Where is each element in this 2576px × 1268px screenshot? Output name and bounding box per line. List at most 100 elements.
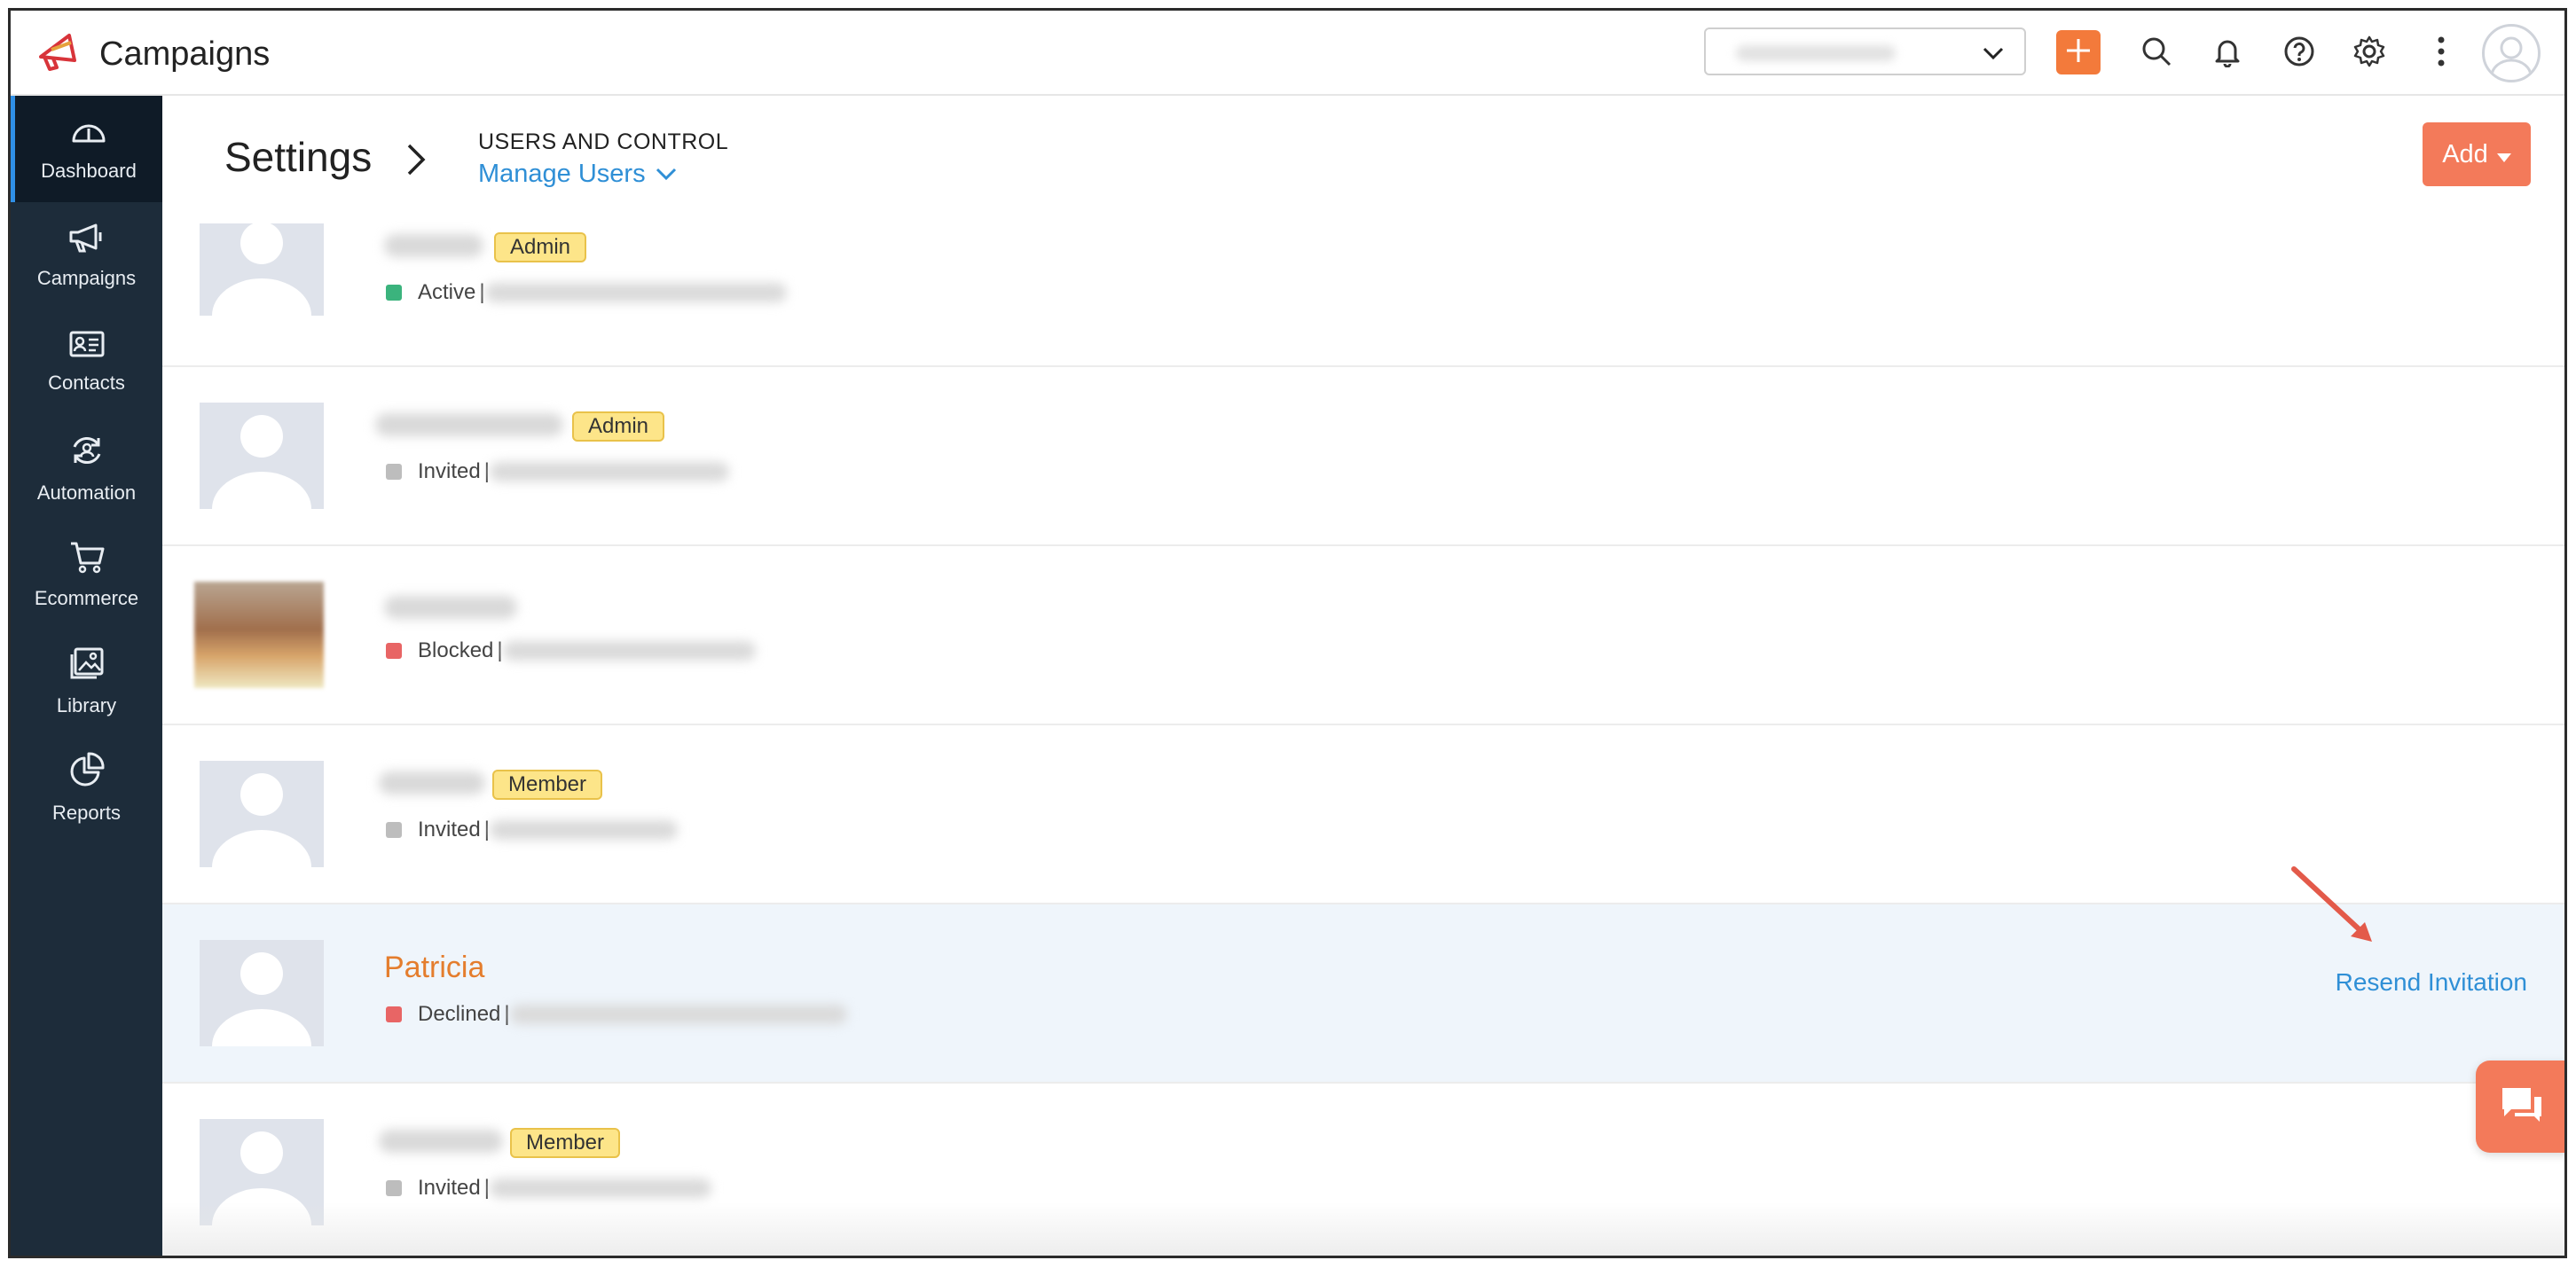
user-name[interactable]: Patricia [384, 951, 484, 985]
avatar [200, 940, 324, 1046]
chevron-down-icon [655, 160, 678, 189]
user-email-redacted [484, 283, 787, 302]
sidebar-item-label: Library [56, 693, 117, 716]
status-separator: | [479, 280, 485, 304]
sidebar-item-label: Ecommerce [34, 586, 139, 609]
user-avatar[interactable] [2482, 24, 2541, 82]
user-row[interactable]: Admin Active | [162, 188, 2564, 367]
chat-button[interactable] [2476, 1061, 2564, 1153]
more-vertical-icon [2436, 35, 2446, 72]
sidebar-item-contacts[interactable]: Contacts [11, 309, 162, 415]
user-status: Active | [386, 280, 787, 305]
pie-chart-icon [68, 751, 106, 793]
status-indicator [386, 1180, 402, 1196]
sidebar-item-library[interactable]: Library [11, 628, 162, 734]
gauge-icon [70, 116, 107, 151]
app-title: Campaigns [99, 35, 271, 73]
sidebar-item-dashboard[interactable]: Dashboard [11, 96, 162, 202]
user-name-redacted [379, 771, 485, 794]
user-name-redacted [379, 1130, 503, 1153]
search-button[interactable] [2137, 34, 2176, 73]
settings-button[interactable] [2350, 34, 2389, 73]
annotation-arrow-icon [2289, 864, 2388, 957]
brand[interactable]: Campaigns [35, 30, 270, 79]
top-bar: Campaigns [11, 11, 2564, 96]
quick-create-button[interactable] [2056, 30, 2101, 74]
account-name-redacted [1736, 45, 1896, 61]
sidebar-item-ecommerce[interactable]: Ecommerce [11, 521, 162, 628]
status-indicator [386, 1006, 402, 1022]
page-title: Settings [224, 134, 373, 180]
bell-icon [2211, 35, 2243, 72]
user-list: Admin Active | Admin Invited | Blocked |… [162, 188, 2564, 1256]
user-email-redacted [489, 462, 729, 481]
role-badge: Admin [572, 411, 665, 442]
campaigns-logo-icon [35, 30, 83, 79]
avatar [200, 403, 324, 509]
sidebar-item-reports[interactable]: Reports [11, 734, 162, 841]
user-status: Invited | [386, 1176, 711, 1201]
role-badge: Member [492, 770, 603, 800]
user-row[interactable]: Member Invited | [162, 725, 2564, 904]
user-status: Declined | [386, 1002, 847, 1027]
user-name-redacted [384, 596, 517, 619]
contact-card-icon [68, 330, 106, 363]
status-label: Active [418, 280, 476, 304]
add-button[interactable]: Add [2423, 122, 2531, 186]
caret-down-icon [2496, 140, 2511, 169]
chat-icon [2499, 1084, 2545, 1130]
status-indicator [386, 643, 402, 659]
user-name-redacted [384, 234, 483, 257]
status-label: Declined [418, 1002, 501, 1026]
status-label: Invited [418, 1176, 481, 1200]
status-label: Invited [418, 459, 481, 483]
avatar-photo [194, 582, 324, 688]
user-status: Blocked | [386, 638, 756, 663]
manage-users-dropdown[interactable]: Manage Users [478, 160, 678, 189]
status-indicator [386, 822, 402, 838]
status-separator: | [497, 638, 503, 662]
plus-icon [2065, 37, 2092, 68]
chevron-down-icon [1982, 42, 2005, 69]
resend-invitation-link[interactable]: Resend Invitation [2336, 968, 2527, 997]
user-status: Invited | [386, 459, 729, 484]
help-button[interactable] [2280, 34, 2319, 73]
image-library-icon [68, 646, 106, 685]
avatar [200, 223, 324, 316]
role-badge: Admin [494, 232, 587, 262]
user-row-patricia[interactable]: Patricia Declined | Resend Invitation [162, 904, 2564, 1084]
sidebar-item-label: Reports [51, 801, 122, 824]
user-row[interactable]: Admin Invited | [162, 367, 2564, 546]
more-options-button[interactable] [2422, 34, 2461, 73]
add-button-label: Add [2442, 139, 2488, 168]
user-row[interactable]: Blocked | [162, 546, 2564, 725]
notifications-button[interactable] [2208, 34, 2247, 73]
breadcrumb-page-label: Manage Users [478, 160, 646, 188]
user-email-redacted [509, 1005, 847, 1024]
sidebar-item-label: Campaigns [36, 266, 137, 289]
app-window: Campaigns Dashboard Campaigns Contacts A… [8, 8, 2567, 1258]
scroll-fade [162, 1202, 2564, 1256]
sidebar-item-campaigns[interactable]: Campaigns [11, 202, 162, 309]
user-status: Invited | [386, 818, 678, 842]
status-label: Blocked [418, 638, 494, 662]
sidebar-item-label: Dashboard [41, 159, 137, 182]
user-email-redacted [489, 1178, 711, 1198]
megaphone-icon [67, 222, 106, 258]
role-badge: Member [510, 1128, 621, 1158]
user-email-redacted [502, 641, 756, 661]
chevron-right-icon [402, 142, 428, 182]
sidebar: Dashboard Campaigns Contacts Automation … [11, 96, 162, 1256]
cart-icon [68, 540, 106, 578]
account-selector[interactable] [1704, 27, 2026, 75]
status-indicator [386, 464, 402, 480]
status-label: Invited [418, 818, 481, 841]
sidebar-item-automation[interactable]: Automation [11, 415, 162, 521]
sidebar-item-label: Contacts [48, 371, 125, 394]
user-email-redacted [489, 820, 678, 840]
sidebar-item-label: Automation [36, 481, 137, 504]
status-indicator [386, 285, 402, 301]
automation-icon [68, 433, 106, 473]
avatar [200, 761, 324, 867]
breadcrumb-section: USERS AND CONTROL [478, 129, 729, 154]
